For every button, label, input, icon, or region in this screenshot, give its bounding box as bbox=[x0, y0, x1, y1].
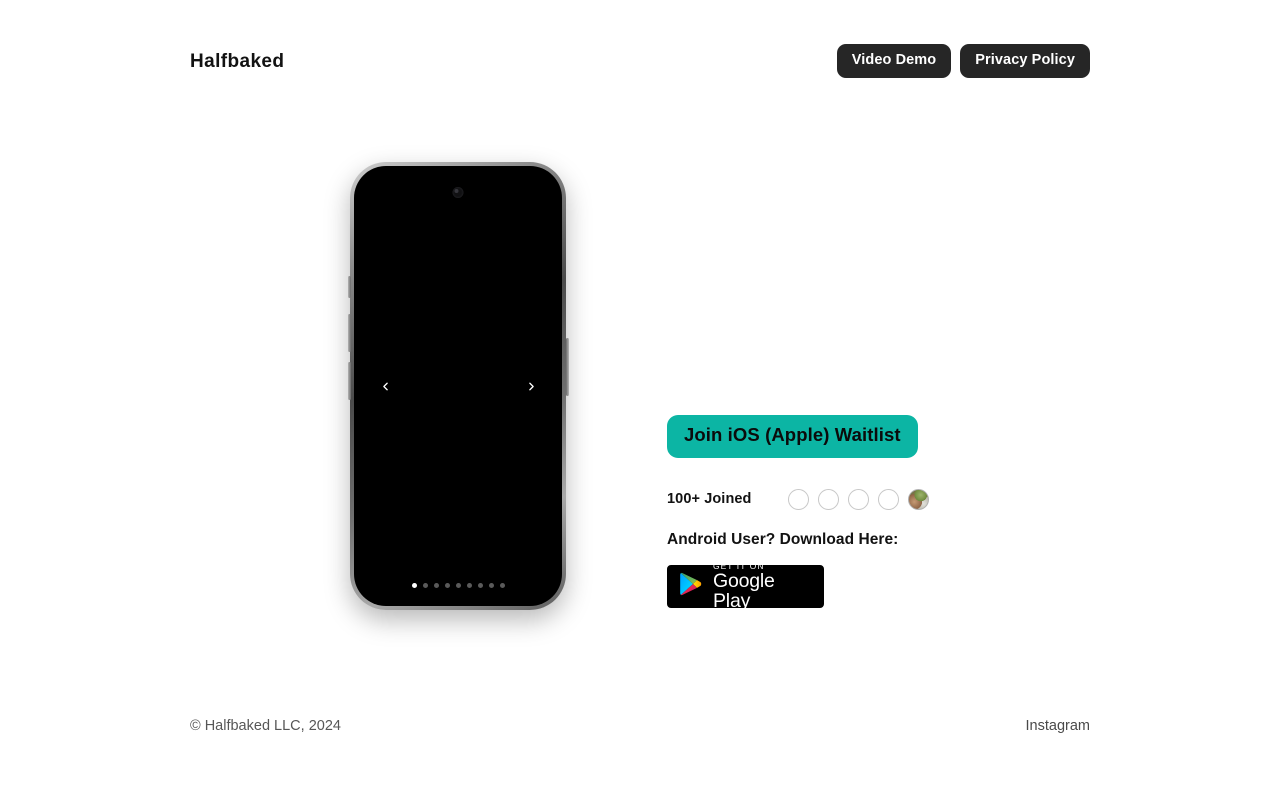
google-play-big-text: Google Play bbox=[713, 570, 775, 612]
google-play-icon bbox=[680, 572, 702, 601]
carousel-pagination bbox=[354, 583, 562, 588]
google-play-small-text: GET IT ON bbox=[713, 560, 765, 571]
avatar-placeholder bbox=[847, 488, 869, 510]
carousel-dot-8[interactable] bbox=[488, 583, 494, 588]
carousel-dot-7[interactable] bbox=[477, 583, 483, 588]
phone-screen bbox=[354, 166, 562, 606]
brand-logo[interactable]: Halfbaked bbox=[190, 52, 284, 71]
camera-icon bbox=[452, 187, 464, 198]
header-actions: Video Demo Privacy Policy bbox=[836, 44, 1090, 78]
avatar-placeholder bbox=[787, 488, 809, 510]
carousel-prev-button[interactable] bbox=[372, 373, 398, 399]
carousel-dot-5[interactable] bbox=[455, 583, 461, 588]
carousel-dot-9[interactable] bbox=[499, 583, 505, 588]
instagram-link[interactable]: Instagram bbox=[1026, 719, 1090, 734]
video-demo-button[interactable]: Video Demo bbox=[836, 44, 952, 78]
hero-section: Join iOS (Apple) Waitlist 100+ Joined An… bbox=[0, 122, 1280, 652]
phone-frame bbox=[350, 162, 566, 610]
chevron-right-icon bbox=[525, 380, 538, 393]
chevron-left-icon bbox=[379, 380, 392, 393]
phone-volume-down-button bbox=[347, 362, 351, 400]
carousel-dot-3[interactable] bbox=[433, 583, 439, 588]
carousel-dot-6[interactable] bbox=[466, 583, 472, 588]
joined-row: 100+ Joined bbox=[667, 488, 1087, 510]
carousel-dot-2[interactable] bbox=[422, 583, 428, 588]
hero-cta-column: Join iOS (Apple) Waitlist 100+ Joined An… bbox=[667, 415, 1087, 612]
google-play-badge[interactable]: GET IT ON Google Play bbox=[667, 560, 824, 612]
carousel-dot-4[interactable] bbox=[444, 583, 450, 588]
privacy-policy-button[interactable]: Privacy Policy bbox=[960, 44, 1090, 78]
site-header: Halfbaked Video Demo Privacy Policy bbox=[0, 0, 1280, 122]
join-ios-waitlist-button[interactable]: Join iOS (Apple) Waitlist bbox=[667, 415, 918, 458]
avatar-placeholder bbox=[877, 488, 899, 510]
carousel-dot-1[interactable] bbox=[411, 583, 417, 588]
carousel-next-button[interactable] bbox=[518, 373, 544, 399]
avatar-photo bbox=[907, 488, 929, 510]
landing-page: Halfbaked Video Demo Privacy Policy Join… bbox=[0, 0, 1280, 800]
phone-volume-up-button bbox=[347, 314, 351, 352]
phone-power-button bbox=[565, 338, 569, 396]
joined-count-label: 100+ Joined bbox=[667, 490, 752, 507]
phone-silent-switch bbox=[347, 276, 351, 298]
android-download-label: Android User? Download Here: bbox=[667, 530, 899, 548]
copyright-text: © Halfbaked LLC, 2024 bbox=[190, 717, 341, 734]
phone-mockup bbox=[347, 162, 569, 610]
site-footer: © Halfbaked LLC, 2024 Instagram bbox=[0, 652, 1280, 800]
joined-avatars bbox=[787, 488, 929, 510]
google-play-text: GET IT ON Google Play bbox=[713, 560, 808, 612]
avatar-placeholder bbox=[817, 488, 839, 510]
